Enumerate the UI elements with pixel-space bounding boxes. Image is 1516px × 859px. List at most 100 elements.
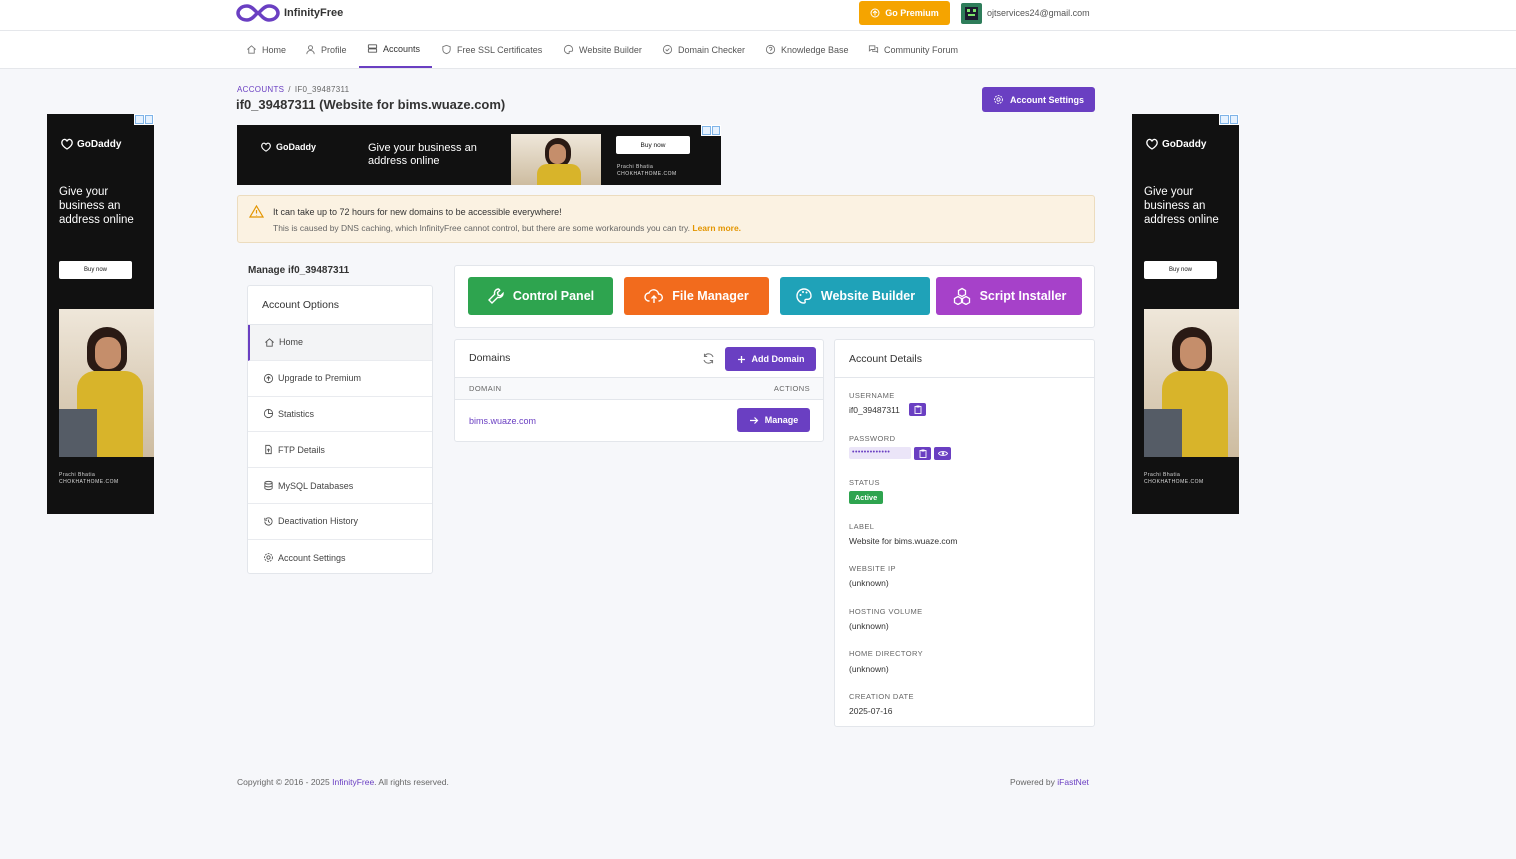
copy-password-button[interactable] — [914, 447, 931, 460]
user-menu[interactable]: ojtservices24@gmail.com — [961, 2, 1090, 24]
table-row: bims.wuaze.com Manage — [455, 400, 823, 441]
avatar — [961, 2, 982, 24]
wrench-icon — [487, 288, 504, 304]
option-upgrade-label: Upgrade to Premium — [278, 373, 362, 384]
banner-photo — [511, 134, 601, 185]
option-deactivation-label: Deactivation History — [278, 516, 359, 527]
nav-domain-checker[interactable]: Domain Checker — [662, 31, 745, 68]
add-domain-button[interactable]: Add Domain — [725, 347, 816, 371]
go-premium-label: Go Premium — [885, 8, 939, 18]
nav-website-builder-label: Website Builder — [579, 44, 642, 55]
ad-brand: GoDaddy — [1162, 138, 1207, 150]
banner-ad[interactable]: GoDaddy Give your business an address on… — [237, 125, 721, 185]
option-home[interactable]: Home — [248, 325, 432, 361]
breadcrumb: ACCOUNTS / IF0_39487311 — [237, 85, 349, 94]
home-directory-label: HOME DIRECTORY — [849, 649, 924, 658]
nav-free-ssl[interactable]: Free SSL Certificates — [441, 31, 542, 68]
side-ad-left[interactable]: GoDaddy Give your business an address on… — [47, 114, 154, 514]
boxes-icon — [953, 287, 970, 305]
show-password-button[interactable] — [934, 447, 951, 460]
ad-headline: Give your business an address online — [1144, 186, 1219, 226]
nav-accounts[interactable]: Accounts — [359, 31, 432, 68]
ad-choices-icon[interactable] — [1219, 114, 1239, 125]
banner-buy-now-button[interactable]: Buy now — [616, 136, 690, 154]
refresh-icon[interactable] — [702, 352, 715, 365]
domains-title: Domains — [469, 352, 511, 364]
creation-date-label: CREATION DATE — [849, 692, 914, 701]
add-domain-label: Add Domain — [751, 354, 805, 364]
breadcrumb-separator: / — [288, 85, 291, 94]
ad-credit: Prachi Bhatia CHOKHATHOME.COM — [1144, 472, 1204, 486]
brand-logo[interactable]: InfinityFree — [236, 2, 343, 24]
website-ip-label: WEBSITE IP — [849, 564, 896, 573]
user-email: ojtservices24@gmail.com — [987, 8, 1090, 18]
ad-buy-now-button[interactable]: Buy now — [1144, 261, 1217, 279]
nav-community-forum[interactable]: Community Forum — [868, 31, 958, 68]
manage-label: Manage — [764, 415, 799, 425]
home-icon — [265, 338, 274, 347]
control-panel-button[interactable]: Control Panel — [468, 277, 613, 315]
password-label: PASSWORD — [849, 434, 896, 443]
domains-header: Domains Add Domain — [455, 340, 823, 378]
file-manager-label: File Manager — [672, 289, 749, 303]
option-home-label: Home — [279, 337, 304, 348]
go-premium-button[interactable]: Go Premium — [859, 1, 950, 25]
nav-home[interactable]: Home — [246, 31, 286, 68]
copy-username-button[interactable] — [909, 403, 926, 416]
ifastnet-link[interactable]: iFastNet — [1057, 777, 1089, 787]
option-upgrade-premium[interactable]: Upgrade to Premium — [248, 361, 432, 397]
powered-prefix: Powered by — [1010, 777, 1055, 787]
learn-more-link[interactable]: Learn more. — [692, 223, 741, 233]
option-mysql-label: MySQL Databases — [278, 480, 354, 491]
nav-profile[interactable]: Profile — [305, 31, 347, 68]
nav-knowledge-base-label: Knowledge Base — [781, 44, 849, 55]
alert-body-wrap: This is caused by DNS caching, which Inf… — [273, 223, 741, 233]
footer-copyright: Copyright © 2016 - 2025 InfinityFree. Al… — [237, 777, 449, 787]
copyright-prefix: Copyright © 2016 - 2025 — [237, 777, 330, 787]
home-icon — [247, 45, 256, 54]
file-upload-icon — [265, 445, 272, 455]
manage-domain-button[interactable]: Manage — [737, 408, 810, 432]
infinity-logo-icon — [236, 4, 280, 22]
ad-buy-now-button[interactable]: Buy now — [59, 261, 132, 279]
nav-website-builder[interactable]: Website Builder — [563, 31, 642, 68]
website-builder-button[interactable]: Website Builder — [780, 277, 930, 315]
option-statistics[interactable]: Statistics — [248, 397, 432, 433]
footer-powered-by: Powered by iFastNet — [1010, 777, 1089, 787]
option-account-settings[interactable]: Account Settings — [248, 540, 432, 576]
ad-choices-icon[interactable] — [701, 125, 721, 136]
status-label: STATUS — [849, 478, 880, 487]
plus-icon — [737, 355, 745, 363]
breadcrumb-accounts[interactable]: ACCOUNTS — [237, 85, 284, 94]
footer-brand-link[interactable]: InfinityFree — [332, 777, 374, 787]
nav-home-label: Home — [262, 44, 287, 55]
clipboard-icon — [919, 449, 926, 458]
account-details-title: Account Details — [835, 340, 1094, 378]
script-installer-button[interactable]: Script Installer — [936, 277, 1082, 315]
banner-credit-name: Prachi Bhatia — [617, 164, 654, 170]
clipboard-icon — [914, 405, 921, 414]
domains-card: Domains Add Domain DOMAIN ACTIONS bims.w… — [454, 339, 824, 442]
account-details-card: Account Details USERNAME if0_39487311 PA… — [834, 339, 1095, 727]
label-value: Website for bims.wuaze.com — [849, 536, 958, 546]
side-ad-right[interactable]: GoDaddy Give your business an address on… — [1132, 114, 1239, 514]
top-header: InfinityFree Go Premium ojtservices24@gm… — [0, 0, 1516, 31]
option-mysql-databases[interactable]: MySQL Databases — [248, 468, 432, 504]
option-statistics-label: Statistics — [278, 408, 315, 419]
user-icon — [306, 45, 315, 55]
option-deactivation-history[interactable]: Deactivation History — [248, 504, 432, 540]
ad-choices-icon[interactable] — [134, 114, 154, 125]
label-label: LABEL — [849, 522, 875, 531]
godaddy-logo: GoDaddy — [60, 138, 121, 150]
ad-credit-site: CHOKHATHOME.COM — [1144, 479, 1204, 485]
domain-link[interactable]: bims.wuaze.com — [469, 416, 536, 426]
nav-knowledge-base[interactable]: Knowledge Base — [765, 31, 849, 68]
file-manager-button[interactable]: File Manager — [624, 277, 769, 315]
main-nav: Home Profile Accounts Free SSL Certifica… — [0, 31, 1516, 69]
banner-credit-site: CHOKHATHOME.COM — [617, 171, 677, 177]
alert-title: It can take up to 72 hours for new domai… — [273, 207, 562, 217]
server-icon — [367, 44, 378, 53]
hosting-volume-label: HOSTING VOLUME — [849, 607, 923, 616]
option-ftp-details[interactable]: FTP Details — [248, 432, 432, 469]
account-settings-button[interactable]: Account Settings — [982, 87, 1095, 112]
